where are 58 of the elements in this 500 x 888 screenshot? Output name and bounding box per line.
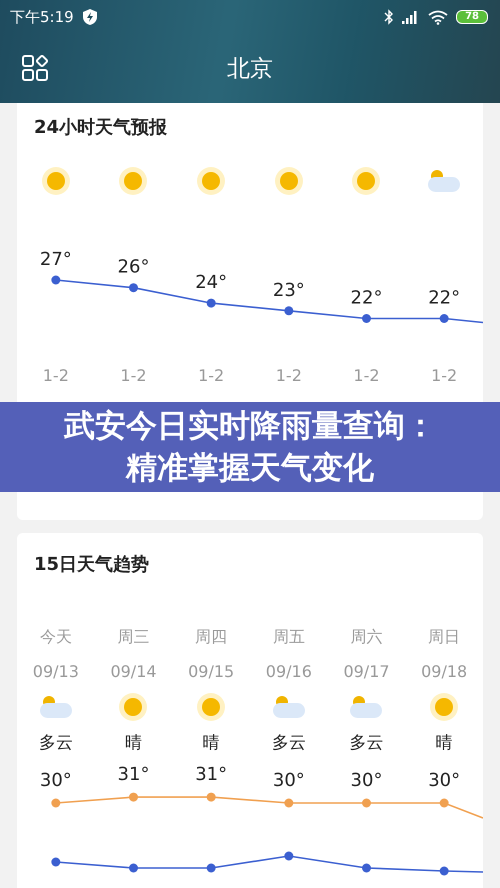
partly-cloudy-icon <box>427 168 462 194</box>
weekday-label: 周三 <box>117 626 150 648</box>
battery-indicator: 78 <box>456 10 488 24</box>
temperature-label: 30° <box>40 770 72 791</box>
sun-icon <box>274 166 304 196</box>
weather-condition: 多云 <box>38 732 73 755</box>
sun-icon <box>118 166 148 196</box>
section-title: 15日天气趋势 <box>33 553 150 577</box>
sun-icon <box>118 692 148 722</box>
temperature-label: 26° <box>118 256 150 278</box>
status-time: 下午5:19 <box>10 8 74 26</box>
partly-cloudy-icon <box>349 694 384 720</box>
partly-cloudy-icon <box>272 694 306 720</box>
temperature-label: 31° <box>118 764 150 786</box>
temperature-label: 22° <box>350 288 382 308</box>
partly-cloudy-icon <box>38 694 73 720</box>
weekday-label: 周五 <box>272 626 305 648</box>
date-label: 09/18 <box>421 661 468 683</box>
city-title: 北京 <box>227 55 273 84</box>
banner-headline: 武安今日实时降雨量查询：精准掌握天气变化 <box>62 407 437 488</box>
wifi-icon <box>428 10 448 24</box>
sun-icon <box>196 166 226 196</box>
temperature-label: 30° <box>272 770 305 791</box>
sun-icon <box>351 166 382 196</box>
weather-condition: 晴 <box>124 732 142 755</box>
aqi-value: 1-2 <box>431 365 458 387</box>
date-label: 09/15 <box>188 661 234 683</box>
weather-condition: 晴 <box>202 732 220 755</box>
weekday-label: 今天 <box>40 626 72 648</box>
temperature-label: 23° <box>272 280 305 301</box>
bluetooth-icon <box>384 9 394 25</box>
date-label: 09/17 <box>343 661 390 683</box>
aqi-value: 1-2 <box>42 365 69 387</box>
temperature-label: 27° <box>40 249 72 270</box>
date-label: 09/13 <box>32 661 79 683</box>
temperature-label: 31° <box>195 764 228 786</box>
sun-icon <box>429 692 460 722</box>
aqi-value: 1-2 <box>198 365 224 387</box>
weekday-label: 周六 <box>350 626 382 648</box>
aqi-value: 1-2 <box>353 365 380 387</box>
weekday-label: 周四 <box>195 626 228 648</box>
section-title: 24小时天气预报 <box>33 116 168 140</box>
date-label: 09/16 <box>266 661 312 683</box>
aqi-value: 1-2 <box>276 365 302 387</box>
weather-condition: 多云 <box>349 732 384 755</box>
temperature-label: 24° <box>195 272 228 294</box>
sun-icon <box>196 692 226 722</box>
aqi-value: 1-2 <box>120 365 147 387</box>
shield-icon <box>82 8 98 26</box>
temperature-label: 30° <box>350 770 382 791</box>
sun-icon <box>40 166 71 196</box>
weather-condition: 多云 <box>272 732 306 755</box>
date-label: 09/14 <box>110 661 157 683</box>
temperature-label: 30° <box>428 770 460 791</box>
apps-icon[interactable] <box>21 54 49 82</box>
weather-condition: 晴 <box>436 732 453 755</box>
weekday-label: 周日 <box>428 626 460 648</box>
temperature-label: 22° <box>428 288 460 308</box>
